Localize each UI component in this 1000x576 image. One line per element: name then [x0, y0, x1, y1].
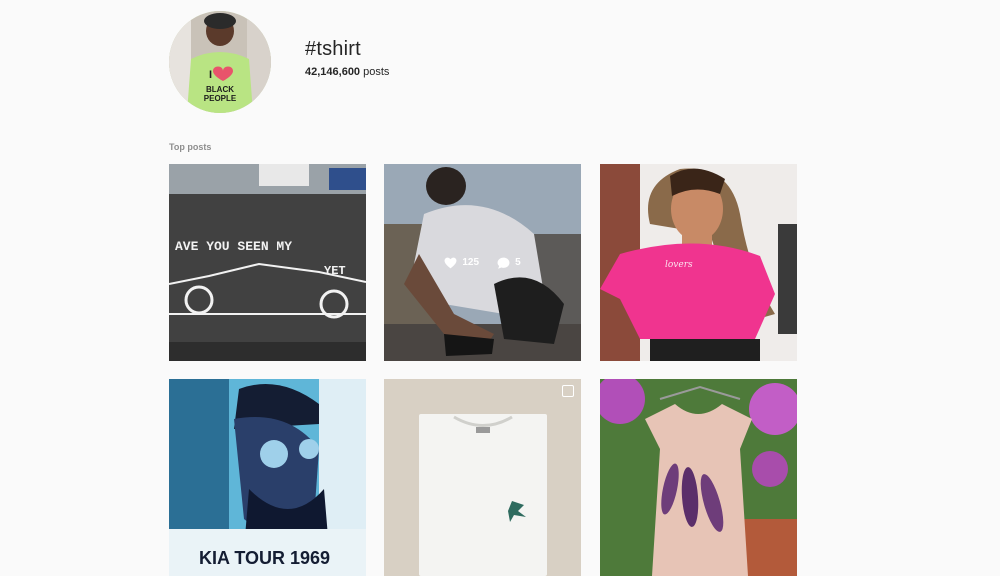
- post-count-label: posts: [360, 66, 390, 78]
- post-count-number: 42,146,600: [305, 66, 361, 78]
- post-hover-overlay: 125 5: [384, 164, 581, 361]
- post-tile-4[interactable]: KIA TOUR 1969: [169, 379, 366, 576]
- post-image-feather-tank: [600, 379, 797, 576]
- post-image-pink-shirt: lovers: [600, 164, 797, 361]
- avatar-shirt-text-1: I: [209, 69, 212, 81]
- hashtag-title: #tshirt: [305, 38, 361, 60]
- avatar-shirt-text-3: PEOPLE: [204, 94, 237, 103]
- post-count: 42,146,600 posts: [305, 66, 389, 78]
- post-tile-5[interactable]: [384, 379, 581, 576]
- comment-icon: [497, 257, 510, 269]
- top-posts-heading: Top posts: [169, 142, 212, 152]
- avatar-shirt-text-2: BLACK: [206, 85, 234, 94]
- post-tile-6[interactable]: [600, 379, 797, 576]
- post-tile-1[interactable]: AVE YOU SEEN MY YET: [169, 164, 366, 361]
- post-tile-3[interactable]: lovers: [600, 164, 797, 361]
- multi-image-icon: [562, 385, 574, 397]
- likes-stat: 125: [444, 257, 479, 269]
- hashtag-avatar: I BLACK PEOPLE: [169, 11, 271, 113]
- post-tile-2[interactable]: 125 5: [384, 164, 581, 361]
- shirt-script-text: lovers: [665, 260, 693, 270]
- shirt-text-line-1: AVE YOU SEEN MY: [175, 239, 292, 254]
- heart-icon: [444, 257, 457, 268]
- comments-count: 5: [515, 257, 521, 268]
- post-image-folded-tshirt: [384, 379, 581, 576]
- likes-count: 125: [462, 257, 480, 268]
- post-image-car-shirt: AVE YOU SEEN MY YET: [169, 164, 366, 361]
- comments-stat: 5: [497, 257, 521, 269]
- post-image-stylized-portrait: KIA TOUR 1969: [169, 379, 366, 576]
- shirt-print-text: KIA TOUR 1969: [199, 548, 330, 568]
